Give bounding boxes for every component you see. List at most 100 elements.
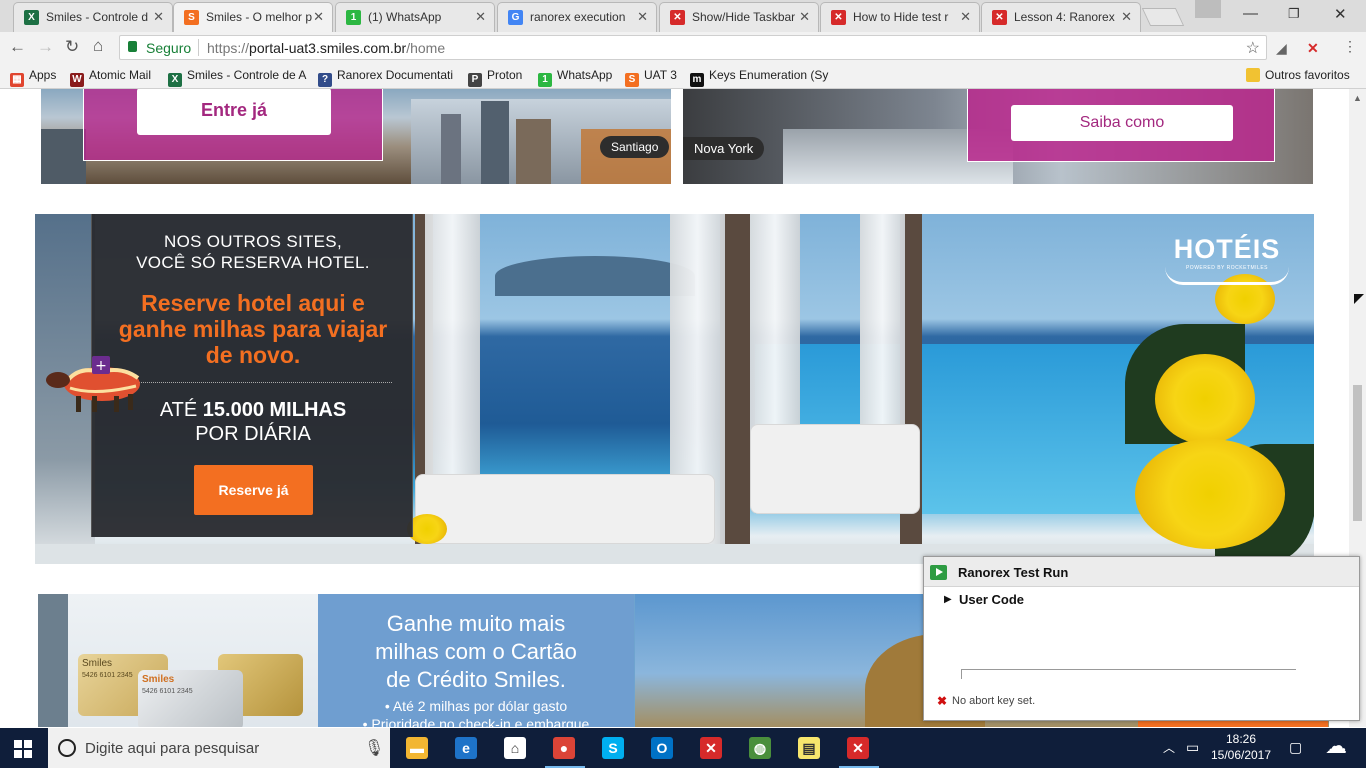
browser-tab[interactable]: ✕ Show/Hide Taskbar ✕ bbox=[659, 2, 819, 32]
bookmark-item[interactable]: m Keys Enumeration (Sy bbox=[690, 68, 828, 87]
bookmark-item[interactable]: ? Ranorex Documentati bbox=[318, 68, 453, 87]
signal-extension-icon[interactable]: ◢ bbox=[1276, 40, 1287, 57]
entre-ja-button[interactable]: Entre já bbox=[137, 89, 331, 135]
browser-tab[interactable]: ✕ How to Hide test r ✕ bbox=[820, 2, 980, 32]
bookmark-star-icon[interactable]: ☆ bbox=[1246, 38, 1260, 58]
close-tab-icon[interactable]: ✕ bbox=[799, 9, 810, 25]
restore-icon[interactable]: ❐ bbox=[1288, 6, 1300, 22]
ranorex-studio-icon: ✕ bbox=[700, 737, 722, 759]
reload-icon[interactable]: ↻ bbox=[65, 37, 79, 57]
lounger bbox=[750, 424, 920, 514]
apps-icon: ▦ bbox=[10, 73, 24, 87]
bookmark-label: Atomic Mail bbox=[89, 68, 152, 82]
svg-text:+: + bbox=[95, 358, 107, 374]
santiago-promo-box: Entre já bbox=[83, 89, 383, 161]
taskbar-app[interactable]: ✕ bbox=[835, 728, 883, 768]
close-tab-icon[interactable]: ✕ bbox=[960, 9, 971, 25]
address-bar[interactable]: Seguro https://portal-uat3.smiles.com.br… bbox=[119, 35, 1267, 60]
clock-date: 15/06/2017 bbox=[1210, 748, 1272, 762]
scroll-up-icon[interactable]: ▲ bbox=[1353, 93, 1362, 103]
browser-tab[interactable]: Granorex execution ✕ bbox=[497, 2, 657, 32]
tab-title: Show/Hide Taskbar bbox=[692, 10, 796, 24]
newyork-banner[interactable]: Saiba como Nova York bbox=[683, 89, 1313, 184]
browser-tab[interactable]: X Smiles - Controle d ✕ bbox=[13, 2, 173, 32]
taskbar-app[interactable]: e bbox=[443, 728, 491, 768]
lounger bbox=[415, 474, 715, 544]
tab-title: (1) WhatsApp bbox=[368, 10, 442, 24]
tray-chevron-icon[interactable]: ︿ bbox=[1163, 739, 1175, 756]
taskbar-search-box[interactable]: Digite aqui para pesquisar 🎙 bbox=[48, 728, 390, 768]
tab-title: Smiles - O melhor p bbox=[206, 10, 313, 24]
proton-icon: P bbox=[468, 73, 482, 87]
weather-cloud-icon[interactable]: ☁ bbox=[1325, 733, 1347, 759]
system-clock[interactable]: 18:26 15/06/2017 bbox=[1209, 731, 1273, 763]
expand-arrow-icon[interactable]: ▶ bbox=[944, 594, 952, 605]
building bbox=[41, 129, 86, 184]
notifications-icon[interactable]: ▢ bbox=[1289, 739, 1302, 756]
hotel-headline-1: Reserve hotel aqui e bbox=[141, 290, 365, 316]
taskbar-app[interactable]: O bbox=[639, 728, 687, 768]
card-bullet-2: • Prioridade no check-in e embarque bbox=[362, 716, 590, 727]
browser-tab[interactable]: 1 (1) WhatsApp ✕ bbox=[335, 2, 495, 32]
bookmark-item[interactable]: S UAT 3 bbox=[625, 68, 677, 87]
bookmark-item[interactable]: W Atomic Mail bbox=[70, 68, 151, 87]
windows-start-icon[interactable] bbox=[14, 740, 32, 758]
microphone-icon[interactable]: 🎙 bbox=[364, 738, 384, 758]
bookmark-item[interactable]: P Proton bbox=[468, 68, 522, 87]
minimize-icon[interactable]: — bbox=[1243, 5, 1258, 22]
atomic-mail-icon: W bbox=[70, 73, 84, 87]
taskbar-app[interactable]: ● bbox=[541, 728, 589, 768]
folder-icon bbox=[1246, 68, 1260, 82]
bookmark-item[interactable]: ▦ Apps bbox=[10, 68, 56, 87]
ranorex-user-code-item[interactable]: User Code bbox=[959, 592, 1024, 607]
lock-icon bbox=[128, 41, 137, 52]
hotel-banner[interactable]: NOS OUTROS SITES, VOCÊ SÓ RESERVA HOTEL.… bbox=[35, 214, 1314, 564]
close-tab-icon[interactable]: ✕ bbox=[1121, 9, 1132, 25]
cortana-icon bbox=[58, 739, 76, 757]
ranorex-header: Ranorex Test Run bbox=[924, 557, 1359, 587]
bookmark-label: Smiles - Controle de A bbox=[187, 68, 307, 82]
close-tab-icon[interactable]: ✕ bbox=[475, 9, 486, 25]
ranorex-icon: ✕ bbox=[992, 10, 1007, 25]
card-promo-text: Ganhe muito mais milhas com o Cartão de … bbox=[318, 594, 634, 727]
taskbar-app[interactable]: ▤ bbox=[786, 728, 834, 768]
forward-icon[interactable]: → bbox=[37, 37, 54, 57]
ranorex-extension-icon[interactable]: ✕ bbox=[1307, 40, 1319, 57]
bookmark-label: Keys Enumeration (Sy bbox=[709, 68, 829, 82]
scrollbar-thumb[interactable] bbox=[1353, 385, 1362, 521]
menu-icon[interactable]: ⋮ bbox=[1343, 38, 1357, 55]
close-tab-icon[interactable]: ✕ bbox=[153, 9, 164, 25]
clock-time: 18:26 bbox=[1225, 732, 1257, 746]
taskbar-app[interactable]: ◍ bbox=[737, 728, 785, 768]
new-tab-button[interactable] bbox=[1141, 8, 1185, 26]
taskbar-app[interactable]: ▬ bbox=[394, 728, 442, 768]
newyork-city-tag: Nova York bbox=[683, 137, 765, 160]
profile-button[interactable] bbox=[1195, 0, 1221, 18]
taskbar-app[interactable]: ✕ bbox=[688, 728, 736, 768]
address-separator bbox=[198, 39, 199, 56]
tab-title: Lesson 4: Ranorex bbox=[1014, 10, 1115, 24]
other-bookmarks[interactable]: Outros favoritos bbox=[1246, 68, 1350, 82]
home-icon[interactable]: ⌂ bbox=[93, 36, 103, 56]
santiago-banner[interactable]: Entre já Santiago bbox=[41, 89, 671, 184]
ranorex-test-run-window[interactable]: Ranorex Test Run ▶ User Code ✖ No abort … bbox=[923, 556, 1360, 721]
hibiscus-flower bbox=[1135, 439, 1285, 549]
taskbar-app[interactable]: ⌂ bbox=[492, 728, 540, 768]
close-tab-icon[interactable]: ✕ bbox=[637, 9, 648, 25]
taskbar-app[interactable]: S bbox=[590, 728, 638, 768]
ranorex-play-icon bbox=[930, 565, 947, 580]
close-window-icon[interactable]: ✕ bbox=[1334, 5, 1347, 23]
back-icon[interactable]: ← bbox=[9, 37, 26, 57]
network-icon[interactable]: ▭ bbox=[1186, 739, 1199, 756]
edge-icon: e bbox=[455, 737, 477, 759]
mouse-cursor-icon bbox=[1354, 294, 1364, 304]
saiba-como-button[interactable]: Saiba como bbox=[1011, 105, 1233, 141]
bookmark-item[interactable]: X Smiles - Controle de A bbox=[168, 68, 306, 87]
bookmark-item[interactable]: 1 WhatsApp bbox=[538, 68, 612, 87]
reserve-ja-button[interactable]: Reserve já bbox=[194, 465, 313, 515]
browser-tab[interactable]: ✕ Lesson 4: Ranorex ✕ bbox=[981, 2, 1141, 32]
browser-tab[interactable]: S Smiles - O melhor p ✕ bbox=[173, 2, 333, 32]
close-tab-icon[interactable]: ✕ bbox=[313, 9, 324, 25]
hotel-headline-2: ganhe milhas para viajar bbox=[118, 316, 388, 342]
island-mountain bbox=[495, 256, 695, 296]
